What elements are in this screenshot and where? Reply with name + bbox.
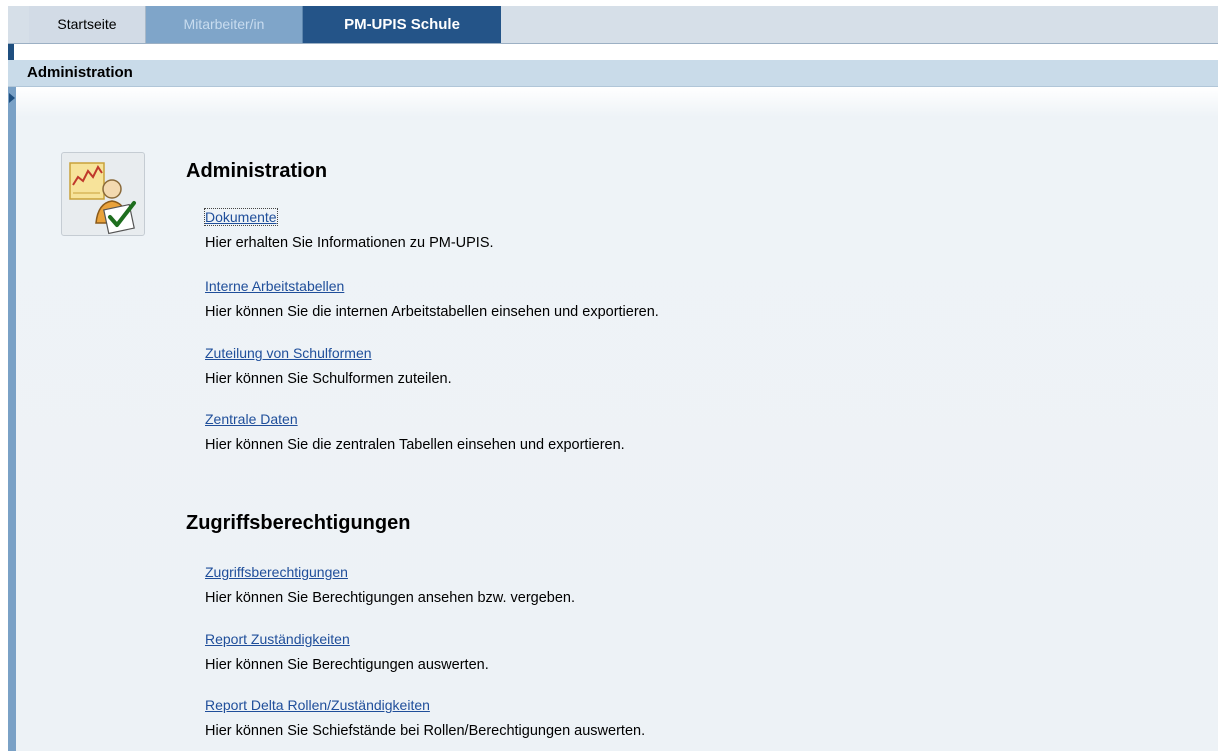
link-zugriffsberechtigungen[interactable]: Zugriffsberechtigungen [205, 564, 348, 580]
main-content [16, 87, 1218, 751]
tab-startseite[interactable]: Startseite [29, 6, 146, 43]
description-report-zustaendigkeiten: Hier können Sie Berechtigungen auswerten… [205, 657, 489, 673]
description-dokumente: Hier erhalten Sie Informationen zu PM-UP… [205, 235, 494, 251]
sub-navigation-bar: Administration [8, 60, 1218, 87]
link-zentrale-daten[interactable]: Zentrale Daten [205, 411, 298, 427]
section-heading-administration: Administration [186, 160, 328, 182]
subheader-title[interactable]: Administration [27, 60, 133, 86]
description-interne-arbeitstabellen: Hier können Sie die internen Arbeitstabe… [205, 304, 659, 320]
section-heading-zugriffsberechtigungen: Zugriffsberechtigungen [186, 512, 411, 534]
link-report-delta-rollen-zustaendigkeiten[interactable]: Report Delta Rollen/Zuständigkeiten [205, 697, 430, 713]
link-report-zustaendigkeiten[interactable]: Report Zuständigkeiten [205, 631, 350, 647]
tab-pm-upis-schule[interactable]: PM-UPIS Schule [303, 6, 501, 43]
link-zuteilung-von-schulformen[interactable]: Zuteilung von Schulformen [205, 345, 372, 361]
description-zuteilung-von-schulformen: Hier können Sie Schulformen zuteilen. [205, 371, 452, 387]
description-zugriffsberechtigungen: Hier können Sie Berechtigungen ansehen b… [205, 590, 576, 606]
link-interne-arbeitstabellen[interactable]: Interne Arbeitstabellen [205, 278, 344, 294]
top-navigation-bar: Startseite Mitarbeiter/in PM-UPIS Schule [8, 6, 1218, 44]
description-zentrale-daten: Hier können Sie die zentralen Tabellen e… [205, 437, 625, 453]
tab-mitarbeiter[interactable]: Mitarbeiter/in [146, 6, 303, 43]
administration-person-chart-check-icon [61, 152, 145, 236]
collapsed-sidebar [8, 87, 16, 751]
expand-triangle-icon[interactable] [8, 91, 16, 105]
link-dokumente[interactable]: Dokumente [204, 208, 278, 226]
description-report-delta-rollen-zustaendigkeiten: Hier können Sie Schiefstände bei Rollen/… [205, 723, 646, 739]
